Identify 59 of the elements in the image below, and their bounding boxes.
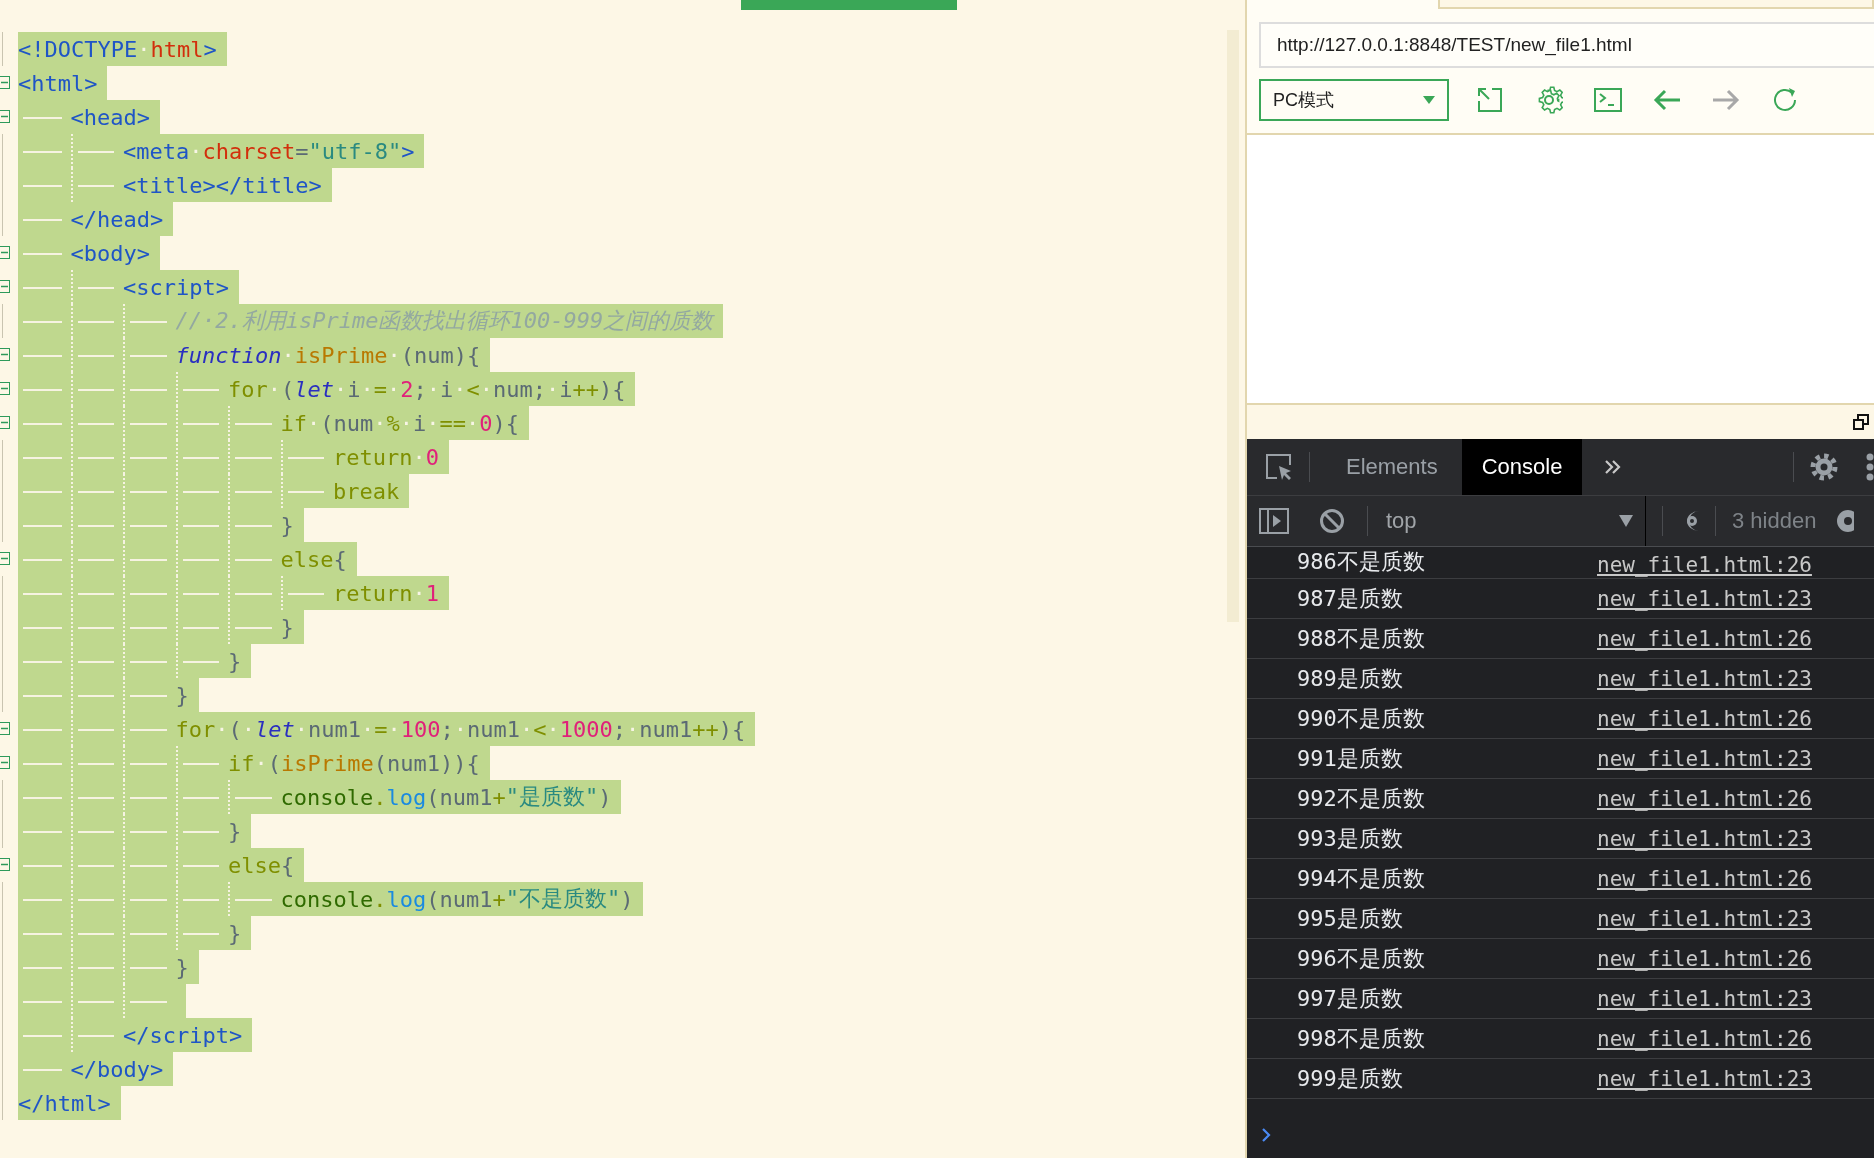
- fold-icon[interactable]: [0, 348, 10, 361]
- more-tabs-icon[interactable]: [1604, 458, 1623, 476]
- fold-icon[interactable]: [0, 110, 10, 123]
- console-message: 994不是质数: [1297, 864, 1426, 893]
- devtools-tab[interactable]: Elements: [1326, 439, 1458, 495]
- console-message: 997是质数: [1297, 984, 1404, 1013]
- settings-icon[interactable]: [1810, 453, 1838, 481]
- console-message: 995是质数: [1297, 904, 1404, 933]
- fold-icon[interactable]: [0, 416, 10, 429]
- dropdown-icon: [1619, 515, 1633, 527]
- restore-window-icon[interactable]: [1853, 414, 1869, 430]
- source-link[interactable]: new_file1.html:26: [1597, 866, 1812, 891]
- fold-icon[interactable]: [0, 76, 10, 89]
- caret-icon: [1423, 96, 1435, 104]
- devtools-tab[interactable]: Console: [1461, 439, 1583, 495]
- terminal-icon[interactable]: [1594, 88, 1622, 112]
- fold-icon[interactable]: [0, 552, 10, 565]
- console-message: 993是质数: [1297, 824, 1404, 853]
- source-link[interactable]: new_file1.html:26: [1597, 946, 1812, 971]
- fold-icon[interactable]: [0, 722, 10, 735]
- url-field[interactable]: http://127.0.0.1:8848/TEST/new_file1.html: [1259, 22, 1874, 68]
- fold-icon[interactable]: [0, 756, 10, 769]
- fold-icon[interactable]: [0, 246, 10, 259]
- console-message: 988不是质数: [1297, 624, 1426, 653]
- context-select[interactable]: top: [1384, 496, 1646, 546]
- fold-icon[interactable]: [0, 382, 10, 395]
- console-message: 986不是质数: [1297, 548, 1426, 576]
- fold-icon[interactable]: [0, 280, 10, 293]
- source-link[interactable]: new_file1.html:23: [1597, 746, 1812, 771]
- console-message: 990不是质数: [1297, 704, 1426, 733]
- reload-icon[interactable]: [1771, 86, 1799, 114]
- console-message: 989是质数: [1297, 664, 1404, 693]
- inspect-icon[interactable]: [1265, 453, 1293, 481]
- hidden-count: 3 hidden: [1732, 508, 1817, 534]
- resize-icon[interactable]: [1476, 87, 1504, 113]
- fold-icon[interactable]: [0, 858, 10, 871]
- source-link[interactable]: new_file1.html:26: [1597, 706, 1812, 731]
- clear-console-icon[interactable]: [1319, 508, 1345, 534]
- back-arrow-icon[interactable]: [1653, 89, 1681, 111]
- console-message: 992不是质数: [1297, 784, 1426, 813]
- source-link[interactable]: new_file1.html:23: [1597, 906, 1812, 931]
- prompt-chevron-icon[interactable]: [1261, 1128, 1271, 1142]
- console-message: 991是质数: [1297, 744, 1404, 773]
- console-message: 996不是质数: [1297, 944, 1426, 973]
- source-link[interactable]: new_file1.html:23: [1597, 826, 1812, 851]
- source-link[interactable]: new_file1.html:26: [1597, 1026, 1812, 1051]
- console-message: 987是质数: [1297, 584, 1404, 613]
- console-message: 998不是质数: [1297, 1024, 1426, 1053]
- source-link[interactable]: new_file1.html:23: [1597, 986, 1812, 1011]
- source-link[interactable]: new_file1.html:23: [1597, 586, 1812, 611]
- source-link[interactable]: new_file1.html:23: [1597, 666, 1812, 691]
- source-link[interactable]: new_file1.html:26: [1597, 626, 1812, 651]
- source-link[interactable]: new_file1.html:23: [1597, 1066, 1812, 1091]
- source-link[interactable]: new_file1.html:26: [1597, 553, 1812, 577]
- sidebar-toggle-icon[interactable]: [1259, 508, 1289, 534]
- source-link[interactable]: new_file1.html:26: [1597, 786, 1812, 811]
- mode-select[interactable]: PC模式: [1259, 79, 1449, 121]
- console-message: 999是质数: [1297, 1064, 1404, 1093]
- menu-icon[interactable]: [1866, 453, 1874, 481]
